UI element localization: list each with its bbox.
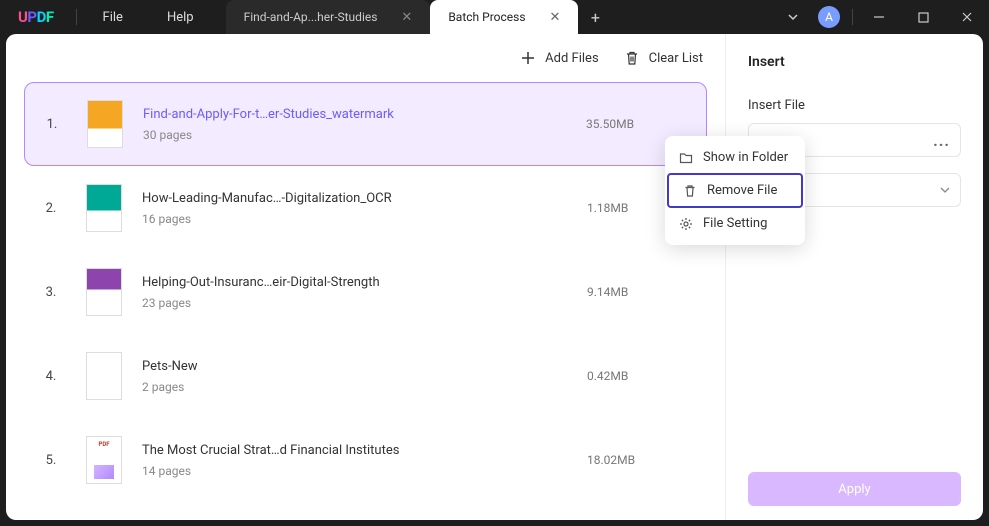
minimize-button[interactable] — [857, 0, 901, 34]
file-thumbnail — [87, 100, 123, 148]
ellipsis-icon: ... — [933, 131, 950, 150]
row-number: 4. — [36, 369, 66, 384]
title-bar: UPDF File Help Find-and-Ap...her-Studies… — [0, 0, 989, 34]
file-thumbnail — [86, 184, 122, 232]
row-number: 5. — [36, 453, 66, 468]
app-logo: UPDF — [0, 8, 72, 26]
trash-icon — [683, 184, 697, 198]
file-thumbnail — [86, 268, 122, 316]
file-name: Pets-New — [142, 359, 587, 374]
clear-list-label: Clear List — [649, 51, 703, 66]
apply-button[interactable]: Apply — [748, 472, 961, 506]
list-item[interactable]: 2. How-Leading-Manufac…-Digitalization_O… — [24, 166, 707, 250]
tab-label: Find-and-Ap...her-Studies — [244, 10, 378, 24]
tab-document[interactable]: Find-and-Ap...her-Studies ✕ — [226, 0, 431, 34]
page-count: 23 pages — [142, 296, 587, 310]
row-number: 2. — [36, 201, 66, 216]
divider — [852, 9, 853, 25]
context-label: File Setting — [703, 216, 767, 231]
page-count: 2 pages — [142, 380, 587, 394]
close-icon[interactable]: ✕ — [550, 10, 561, 25]
row-number: 1. — [37, 117, 67, 132]
context-file-setting[interactable]: File Setting — [665, 208, 805, 239]
file-meta: Find-and-Apply-For-t…er-Studies_watermar… — [143, 107, 586, 142]
page-count: 16 pages — [142, 212, 587, 226]
insert-panel: Insert Insert File ... Apply — [725, 34, 983, 520]
file-name: How-Leading-Manufac…-Digitalization_OCR — [142, 191, 587, 206]
list-item[interactable]: 5. The Most Crucial Strat…d Financial In… — [24, 418, 707, 502]
trash-icon — [625, 51, 639, 66]
file-meta: The Most Crucial Strat…d Financial Insti… — [142, 443, 587, 478]
workspace: Add Files Clear List 1. Find-and-Apply-F… — [6, 34, 983, 520]
file-meta: How-Leading-Manufac…-Digitalization_OCR … — [142, 191, 587, 226]
file-size: 0.42MB — [587, 369, 707, 383]
clear-list-button[interactable]: Clear List — [625, 51, 703, 66]
chevron-down-icon — [940, 185, 950, 195]
list-item[interactable]: 3. Helping-Out-Insuranc…eir-Digital-Stre… — [24, 250, 707, 334]
panel-title: Insert — [748, 54, 961, 70]
file-thumbnail — [86, 352, 122, 400]
file-thumbnail — [86, 436, 122, 484]
file-meta: Helping-Out-Insuranc…eir-Digital-Strengt… — [142, 275, 587, 310]
file-size: 9.14MB — [587, 285, 707, 299]
close-icon[interactable]: ✕ — [401, 10, 412, 25]
gear-icon — [679, 217, 693, 231]
file-meta: Pets-New 2 pages — [142, 359, 587, 394]
folder-icon — [679, 151, 693, 165]
insert-file-label: Insert File — [748, 98, 961, 113]
file-list: 1. Find-and-Apply-For-t…er-Studies_water… — [6, 82, 725, 520]
row-number: 3. — [36, 285, 66, 300]
close-button[interactable] — [945, 0, 989, 34]
page-count: 30 pages — [143, 128, 586, 142]
divider — [76, 9, 77, 25]
avatar[interactable]: A — [818, 6, 840, 28]
context-remove-file[interactable]: Remove File — [667, 173, 803, 208]
tab-label: Batch Process — [448, 10, 525, 24]
menu-help[interactable]: Help — [145, 10, 216, 25]
context-label: Show in Folder — [703, 150, 788, 165]
file-size: 18.02MB — [587, 453, 707, 467]
maximize-button[interactable] — [901, 0, 945, 34]
file-list-pane: Add Files Clear List 1. Find-and-Apply-F… — [6, 34, 725, 520]
list-item[interactable]: 4. Pets-New 2 pages 0.42MB — [24, 334, 707, 418]
file-name: Helping-Out-Insuranc…eir-Digital-Strengt… — [142, 275, 587, 290]
context-menu: Show in Folder Remove File File Setting — [665, 136, 805, 245]
page-count: 14 pages — [142, 464, 587, 478]
file-size: 35.50MB — [586, 117, 706, 131]
plus-icon — [521, 51, 535, 65]
add-files-label: Add Files — [545, 51, 598, 66]
chevron-down-icon[interactable] — [776, 11, 810, 23]
file-name: The Most Crucial Strat…d Financial Insti… — [142, 443, 587, 458]
tab-batch-process[interactable]: Batch Process ✕ — [430, 0, 578, 34]
context-label: Remove File — [707, 183, 777, 198]
list-toolbar: Add Files Clear List — [6, 34, 725, 82]
file-name: Find-and-Apply-For-t…er-Studies_watermar… — [143, 107, 586, 122]
new-tab-button[interactable]: + — [578, 0, 612, 34]
menu-file[interactable]: File — [81, 10, 145, 25]
list-item[interactable]: 1. Find-and-Apply-For-t…er-Studies_water… — [24, 82, 707, 166]
context-show-in-folder[interactable]: Show in Folder — [665, 142, 805, 173]
tab-bar: Find-and-Ap...her-Studies ✕ Batch Proces… — [226, 0, 613, 34]
add-files-button[interactable]: Add Files — [521, 51, 598, 66]
